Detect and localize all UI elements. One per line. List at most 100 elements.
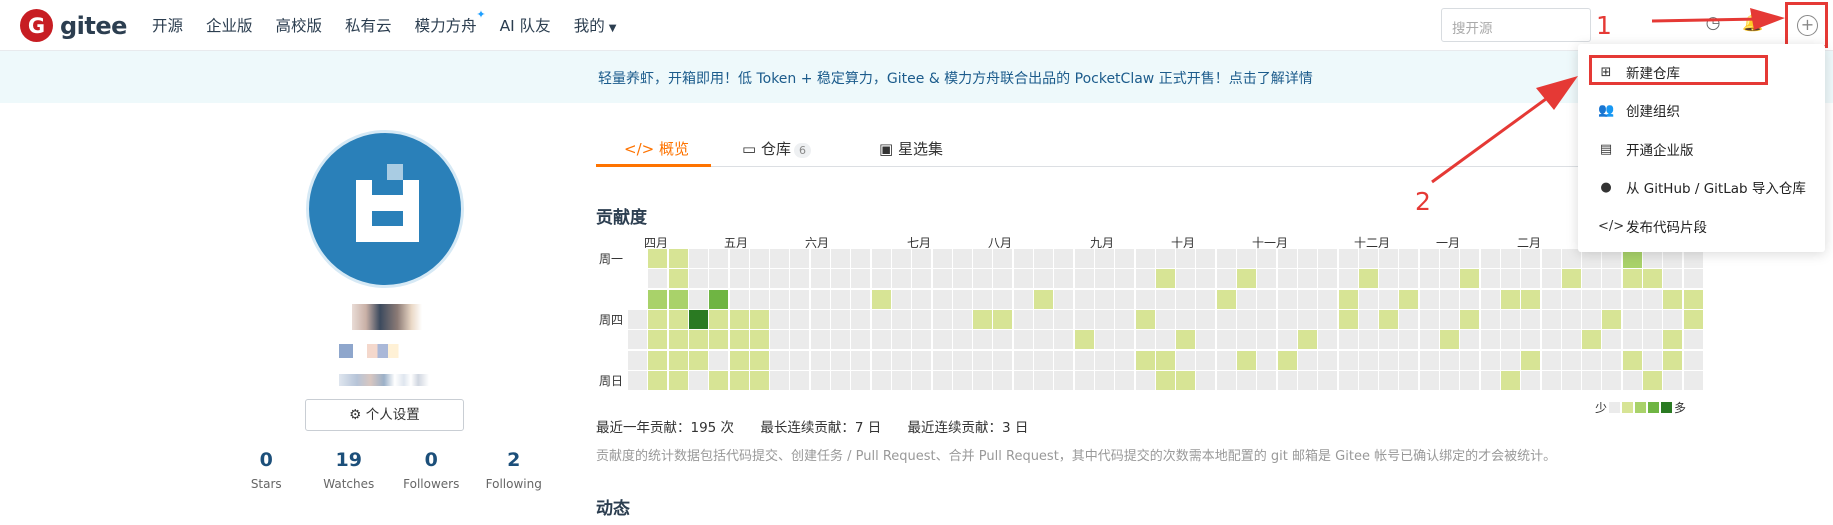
heatmap-cell xyxy=(973,269,993,289)
legend-more: 多 xyxy=(1674,401,1687,415)
heatmap-cell xyxy=(1094,289,1114,309)
heatmap-cell xyxy=(1155,350,1175,370)
heatmap-cell xyxy=(1176,309,1196,329)
heatmap-cell xyxy=(1602,309,1622,329)
heatmap-cell xyxy=(1480,309,1500,329)
heatmap-cell xyxy=(1541,289,1561,309)
heatmap-cell xyxy=(1663,309,1683,329)
heatmap-cell xyxy=(1277,289,1297,309)
day-label: 周四 xyxy=(599,313,624,327)
heatmap-cell xyxy=(810,289,830,309)
heatmap-cell xyxy=(668,289,688,309)
heatmap-cell xyxy=(932,350,952,370)
heatmap-cell xyxy=(1176,330,1196,350)
promo-banner-text[interactable]: 轻量养虾，开箱即用！低 Token + 稳定算力，Gitee & 模力方舟联合出… xyxy=(598,68,1313,88)
stat-followers[interactable]: 0 Followers xyxy=(390,449,473,491)
heatmap-cell xyxy=(668,370,688,390)
heatmap-cell xyxy=(891,309,911,329)
nav-mine[interactable]: 我的 ▼ xyxy=(574,14,617,36)
tab-stars-label: 星选集 xyxy=(897,140,943,158)
heatmap-cell xyxy=(1521,350,1541,370)
stat-following[interactable]: 2 Following xyxy=(473,449,556,491)
heatmap-cell xyxy=(1155,269,1175,289)
menu-create-org-label: 创建组织 xyxy=(1626,104,1680,120)
heatmap-cell xyxy=(790,370,810,390)
heatmap-cell xyxy=(1115,249,1135,268)
gitee-logo[interactable]: G gitee xyxy=(20,9,127,42)
heatmap-cell xyxy=(891,269,911,289)
menu-code-snippet[interactable]: </> 发布代码片段 xyxy=(1598,215,1707,237)
nav-enterprise[interactable]: 企业版 xyxy=(206,14,253,36)
search-input[interactable]: 搜开源 xyxy=(1441,8,1591,42)
tab-overview[interactable]: </> 概览 xyxy=(624,138,689,159)
heatmap-cell xyxy=(1358,269,1378,289)
heatmap-cell xyxy=(770,350,790,370)
heatmap-cell xyxy=(1663,330,1683,350)
legend-less: 少 xyxy=(1595,401,1608,415)
heatmap-legend: 少 多 xyxy=(1595,399,1686,416)
heatmap-cell xyxy=(1094,249,1114,268)
heatmap-cell xyxy=(1358,350,1378,370)
heatmap-cell xyxy=(1500,330,1520,350)
stat-watches[interactable]: 19 Watches xyxy=(308,449,391,491)
personal-settings-button[interactable]: ⚙ 个人设置 xyxy=(305,399,464,431)
tab-repos[interactable]: ▭ 仓库 6 xyxy=(742,138,811,159)
heatmap-cell xyxy=(1440,370,1459,390)
create-menu-highlight[interactable]: + xyxy=(1785,2,1828,48)
avatar[interactable] xyxy=(306,130,464,288)
nav-ai-teammate[interactable]: AI 队友 xyxy=(500,14,551,36)
nav-open-source[interactable]: 开源 xyxy=(152,14,183,36)
heatmap-cell xyxy=(993,249,1013,268)
heatmap-cell xyxy=(1399,269,1419,289)
promo-banner[interactable]: 轻量养虾，开箱即用！低 Token + 稳定算力，Gitee & 模力方舟联合出… xyxy=(0,51,1833,103)
legend-swatch xyxy=(1635,402,1647,413)
heatmap-cell xyxy=(1054,330,1074,350)
heatmap-cell xyxy=(1663,350,1683,370)
nav-private-cloud[interactable]: 私有云 xyxy=(345,14,392,36)
heatmap-cell xyxy=(1643,370,1662,390)
heatmap-cell xyxy=(912,370,932,390)
heatmap-cell xyxy=(1115,269,1135,289)
heatmap-cell xyxy=(871,249,891,268)
nav-education[interactable]: 高校版 xyxy=(276,14,323,36)
plus-circle-icon[interactable]: + xyxy=(1797,15,1818,36)
heatmap-cell xyxy=(1216,330,1236,350)
heatmap-cell xyxy=(1561,269,1581,289)
clock-icon[interactable]: ◷ xyxy=(1702,13,1724,35)
heatmap-cell xyxy=(831,370,850,390)
bio-redacted xyxy=(339,374,429,386)
menu-import-repo[interactable]: ● 从 GitHub / GitLab 导入仓库 xyxy=(1598,176,1806,198)
heatmap-cell xyxy=(1338,350,1358,370)
heatmap-cell xyxy=(1480,249,1500,268)
gitee-logo-icon: G xyxy=(20,9,53,42)
active-tab-indicator xyxy=(596,164,711,167)
heatmap-cell xyxy=(1663,269,1683,289)
menu-create-org[interactable]: 👥 创建组织 xyxy=(1598,99,1680,121)
heatmap-cell xyxy=(1561,350,1581,370)
bell-icon[interactable]: 🔔 xyxy=(1742,13,1764,35)
heatmap-cell xyxy=(1440,249,1459,268)
building-icon: ▤ xyxy=(1599,141,1613,157)
heatmap-cell xyxy=(709,330,729,350)
heatmap-cell xyxy=(1115,350,1135,370)
heatmap-cell xyxy=(1013,309,1033,329)
stat-stars[interactable]: 0 Stars xyxy=(225,449,308,491)
menu-enterprise[interactable]: ▤ 开通企业版 xyxy=(1598,138,1694,160)
heatmap-cell xyxy=(1094,269,1114,289)
tab-overview-label: 概览 xyxy=(658,140,689,158)
activity-title: 动态 xyxy=(596,499,630,519)
contribution-heatmap xyxy=(628,249,1703,390)
nav-moli[interactable]: 模力方舟 ✦ xyxy=(415,8,486,36)
heatmap-cell xyxy=(1277,370,1297,390)
heatmap-cell xyxy=(1663,370,1683,390)
summary-year: 最近一年贡献：195 次 xyxy=(596,420,735,436)
heatmap-cell xyxy=(1257,289,1277,309)
personal-settings-label: 个人设置 xyxy=(365,407,420,423)
heatmap-cell xyxy=(1399,350,1419,370)
code-icon: </> xyxy=(1598,218,1625,234)
top-navbar: G gitee 开源 企业版 高校版 私有云 模力方舟 ✦ AI 队友 我的 ▼ 搜… xyxy=(0,0,1833,51)
heatmap-cell xyxy=(648,289,668,309)
heatmap-cell xyxy=(1318,330,1338,350)
tab-stars[interactable]: ▣ 星选集 xyxy=(879,138,943,159)
heatmap-cell xyxy=(891,330,911,350)
